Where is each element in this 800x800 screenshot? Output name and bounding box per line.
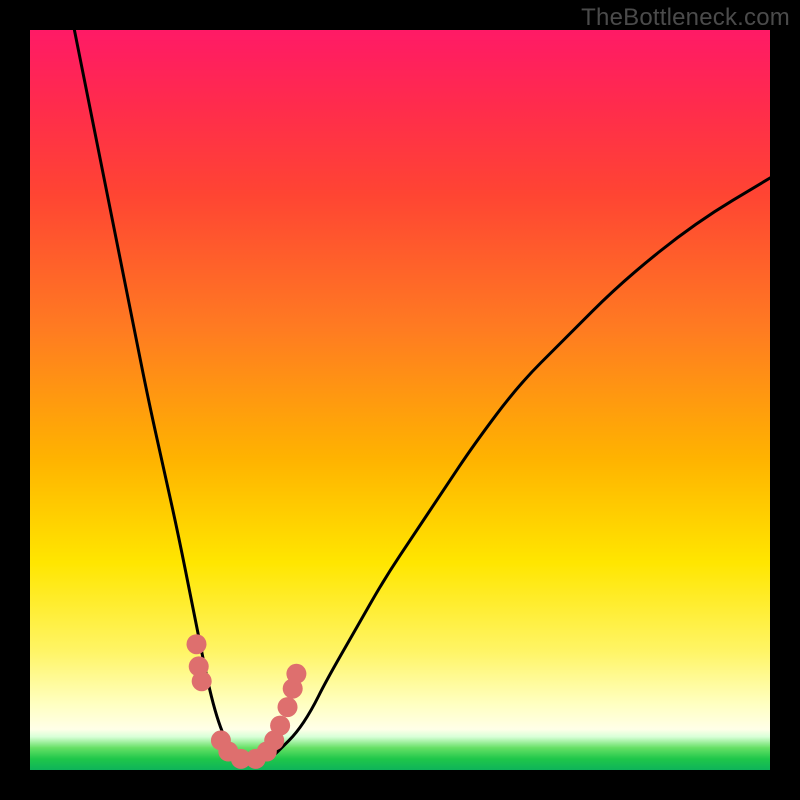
- valley-marker-dot: [270, 716, 290, 736]
- valley-marker-group: [187, 634, 307, 769]
- plot-area: [30, 30, 770, 770]
- curve-line: [74, 30, 770, 761]
- watermark-text: TheBottleneck.com: [581, 4, 790, 32]
- bottleneck-curve: [30, 30, 770, 770]
- valley-marker-dot: [187, 634, 207, 654]
- valley-marker-dot: [286, 664, 306, 684]
- valley-marker-dot: [192, 671, 212, 691]
- chart-frame: TheBottleneck.com: [0, 0, 800, 800]
- valley-marker-dot: [278, 697, 298, 717]
